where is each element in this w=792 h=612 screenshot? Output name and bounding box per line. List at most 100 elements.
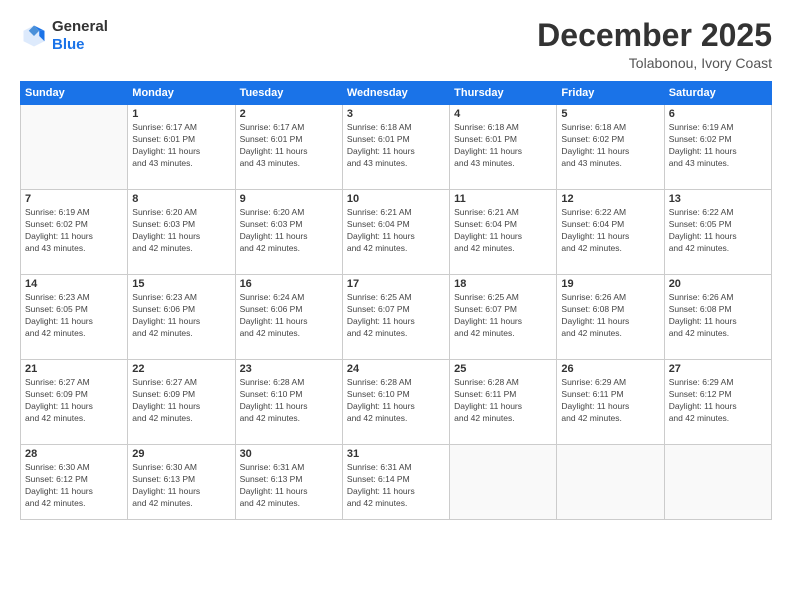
table-row [664, 445, 771, 520]
header-thursday: Thursday [450, 82, 557, 105]
day-number: 10 [347, 193, 445, 205]
table-row: 5 Sunrise: 6:18 AM Sunset: 6:02 PM Daylig… [557, 105, 664, 190]
day-number: 7 [25, 193, 123, 205]
day-detail: Sunrise: 6:18 AM Sunset: 6:02 PM Dayligh… [561, 122, 659, 170]
table-row: 6Sunrise: 6:19 AM Sunset: 6:02 PM Daylig… [664, 105, 771, 190]
day-number: 12 [561, 193, 659, 205]
day-number: 8 [132, 193, 230, 205]
table-row: 15Sunrise: 6:23 AM Sunset: 6:06 PM Dayli… [128, 275, 235, 360]
calendar-week-4: 21 Sunrise: 6:27 AM Sunset: 6:09 PM Dayli… [21, 360, 772, 445]
day-number: 16 [240, 278, 338, 290]
day-detail: Sunrise: 6:27 AM Sunset: 6:09 PM Dayligh… [25, 377, 123, 425]
table-row: 22 Sunrise: 6:27 AM Sunset: 6:09 PM Dayli… [128, 360, 235, 445]
table-row: 11 Sunrise: 6:21 AM Sunset: 6:04 PM Dayli… [450, 190, 557, 275]
day-number: 26 [561, 363, 659, 375]
page: General Blue December 2025 Tolabonou, Iv… [0, 0, 792, 612]
day-number: 30 [240, 448, 338, 460]
day-detail: Sunrise: 6:21 AM Sunset: 6:04 PM Dayligh… [454, 207, 552, 255]
day-number: 11 [454, 193, 552, 205]
table-row: 4Sunrise: 6:18 AM Sunset: 6:01 PM Daylig… [450, 105, 557, 190]
table-row: 23Sunrise: 6:28 AM Sunset: 6:10 PM Dayli… [235, 360, 342, 445]
day-detail: Sunrise: 6:25 AM Sunset: 6:07 PM Dayligh… [347, 292, 445, 340]
day-detail: Sunrise: 6:27 AM Sunset: 6:09 PM Dayligh… [132, 377, 230, 425]
table-row: 8Sunrise: 6:20 AM Sunset: 6:03 PM Daylig… [128, 190, 235, 275]
day-detail: Sunrise: 6:30 AM Sunset: 6:12 PM Dayligh… [25, 462, 123, 510]
day-number: 31 [347, 448, 445, 460]
calendar-week-1: 1Sunrise: 6:17 AM Sunset: 6:01 PM Daylig… [21, 105, 772, 190]
day-number: 22 [132, 363, 230, 375]
day-detail: Sunrise: 6:28 AM Sunset: 6:11 PM Dayligh… [454, 377, 552, 425]
table-row [21, 105, 128, 190]
calendar-week-3: 14 Sunrise: 6:23 AM Sunset: 6:05 PM Dayli… [21, 275, 772, 360]
table-row: 13 Sunrise: 6:22 AM Sunset: 6:05 PM Dayli… [664, 190, 771, 275]
subtitle: Tolabonou, Ivory Coast [537, 55, 772, 71]
table-row: 9 Sunrise: 6:20 AM Sunset: 6:03 PM Daylig… [235, 190, 342, 275]
day-detail: Sunrise: 6:31 AM Sunset: 6:14 PM Dayligh… [347, 462, 445, 510]
day-detail: Sunrise: 6:18 AM Sunset: 6:01 PM Dayligh… [347, 122, 445, 170]
day-number: 5 [561, 108, 659, 120]
day-detail: Sunrise: 6:30 AM Sunset: 6:13 PM Dayligh… [132, 462, 230, 510]
logo-text: General Blue [52, 18, 108, 54]
day-number: 15 [132, 278, 230, 290]
day-number: 4 [454, 108, 552, 120]
day-detail: Sunrise: 6:22 AM Sunset: 6:05 PM Dayligh… [669, 207, 767, 255]
day-detail: Sunrise: 6:20 AM Sunset: 6:03 PM Dayligh… [240, 207, 338, 255]
day-number: 14 [25, 278, 123, 290]
calendar-week-2: 7 Sunrise: 6:19 AM Sunset: 6:02 PM Daylig… [21, 190, 772, 275]
day-number: 18 [454, 278, 552, 290]
header: General Blue December 2025 Tolabonou, Iv… [20, 18, 772, 71]
day-detail: Sunrise: 6:29 AM Sunset: 6:12 PM Dayligh… [669, 377, 767, 425]
logo-blue: Blue [52, 36, 108, 54]
table-row: 19Sunrise: 6:26 AM Sunset: 6:08 PM Dayli… [557, 275, 664, 360]
day-detail: Sunrise: 6:17 AM Sunset: 6:01 PM Dayligh… [132, 122, 230, 170]
table-row: 18Sunrise: 6:25 AM Sunset: 6:07 PM Dayli… [450, 275, 557, 360]
table-row: 27 Sunrise: 6:29 AM Sunset: 6:12 PM Dayli… [664, 360, 771, 445]
day-detail: Sunrise: 6:28 AM Sunset: 6:10 PM Dayligh… [347, 377, 445, 425]
table-row [450, 445, 557, 520]
table-row: 3 Sunrise: 6:18 AM Sunset: 6:01 PM Daylig… [342, 105, 449, 190]
table-row: 31 Sunrise: 6:31 AM Sunset: 6:14 PM Dayli… [342, 445, 449, 520]
day-number: 9 [240, 193, 338, 205]
table-row: 20 Sunrise: 6:26 AM Sunset: 6:08 PM Dayli… [664, 275, 771, 360]
day-number: 29 [132, 448, 230, 460]
day-detail: Sunrise: 6:26 AM Sunset: 6:08 PM Dayligh… [669, 292, 767, 340]
calendar: Sunday Monday Tuesday Wednesday Thursday… [20, 81, 772, 520]
header-tuesday: Tuesday [235, 82, 342, 105]
day-number: 17 [347, 278, 445, 290]
table-row: 10Sunrise: 6:21 AM Sunset: 6:04 PM Dayli… [342, 190, 449, 275]
table-row: 1Sunrise: 6:17 AM Sunset: 6:01 PM Daylig… [128, 105, 235, 190]
table-row: 24 Sunrise: 6:28 AM Sunset: 6:10 PM Dayli… [342, 360, 449, 445]
table-row: 14 Sunrise: 6:23 AM Sunset: 6:05 PM Dayli… [21, 275, 128, 360]
table-row: 17 Sunrise: 6:25 AM Sunset: 6:07 PM Dayli… [342, 275, 449, 360]
month-title: December 2025 [537, 18, 772, 53]
day-number: 21 [25, 363, 123, 375]
day-detail: Sunrise: 6:29 AM Sunset: 6:11 PM Dayligh… [561, 377, 659, 425]
day-detail: Sunrise: 6:22 AM Sunset: 6:04 PM Dayligh… [561, 207, 659, 255]
table-row: 12 Sunrise: 6:22 AM Sunset: 6:04 PM Dayli… [557, 190, 664, 275]
day-number: 13 [669, 193, 767, 205]
day-detail: Sunrise: 6:19 AM Sunset: 6:02 PM Dayligh… [669, 122, 767, 170]
day-detail: Sunrise: 6:31 AM Sunset: 6:13 PM Dayligh… [240, 462, 338, 510]
logo-general: General [52, 18, 108, 36]
table-row: 7 Sunrise: 6:19 AM Sunset: 6:02 PM Daylig… [21, 190, 128, 275]
header-friday: Friday [557, 82, 664, 105]
logo-icon [20, 22, 48, 50]
day-detail: Sunrise: 6:24 AM Sunset: 6:06 PM Dayligh… [240, 292, 338, 340]
day-number: 25 [454, 363, 552, 375]
day-number: 23 [240, 363, 338, 375]
table-row: 2Sunrise: 6:17 AM Sunset: 6:01 PM Daylig… [235, 105, 342, 190]
day-number: 20 [669, 278, 767, 290]
table-row [557, 445, 664, 520]
day-number: 3 [347, 108, 445, 120]
day-detail: Sunrise: 6:19 AM Sunset: 6:02 PM Dayligh… [25, 207, 123, 255]
header-monday: Monday [128, 82, 235, 105]
day-detail: Sunrise: 6:23 AM Sunset: 6:05 PM Dayligh… [25, 292, 123, 340]
logo: General Blue [20, 18, 108, 54]
weekday-header-row: Sunday Monday Tuesday Wednesday Thursday… [21, 82, 772, 105]
day-number: 24 [347, 363, 445, 375]
day-number: 27 [669, 363, 767, 375]
table-row: 26 Sunrise: 6:29 AM Sunset: 6:11 PM Dayli… [557, 360, 664, 445]
table-row: 29 Sunrise: 6:30 AM Sunset: 6:13 PM Dayli… [128, 445, 235, 520]
header-wednesday: Wednesday [342, 82, 449, 105]
day-number: 2 [240, 108, 338, 120]
